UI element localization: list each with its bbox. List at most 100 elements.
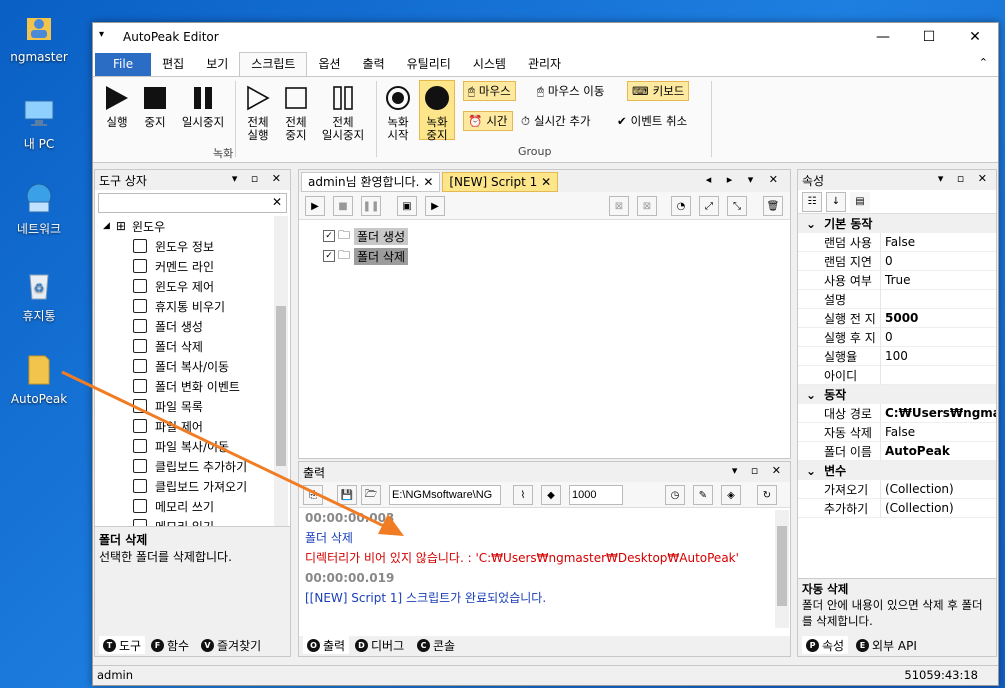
- tab-system[interactable]: 시스템: [462, 53, 517, 76]
- run-all-button[interactable]: 전체 실행: [241, 85, 275, 142]
- property-value[interactable]: 0: [880, 251, 996, 271]
- desktop-icon-mypc[interactable]: 내 PC: [4, 95, 74, 152]
- close-button[interactable]: ✕: [952, 23, 998, 51]
- toolbox-item[interactable]: 클립보드 가져오기: [103, 476, 290, 496]
- tab-file[interactable]: File: [95, 53, 152, 76]
- stop-all-button[interactable]: 전체 중지: [279, 85, 313, 142]
- property-value[interactable]: [880, 365, 996, 385]
- toolbox-item[interactable]: 폴더 변화 이벤트: [103, 376, 290, 396]
- editor-pause-button[interactable]: ❚❚: [361, 196, 381, 216]
- property-value[interactable]: (Collection): [880, 479, 996, 499]
- realtime-add-toggle[interactable]: ⏱ 실시간 추가: [517, 111, 595, 131]
- property-row[interactable]: 랜덤 사용 False: [798, 232, 996, 252]
- enable-button[interactable]: ⊠: [637, 196, 657, 216]
- disable-button[interactable]: ⊠: [609, 196, 629, 216]
- record-start-button[interactable]: 녹화 시작: [381, 85, 415, 142]
- tab-utility[interactable]: 유틸리티: [396, 53, 462, 76]
- record-stop-button[interactable]: 녹화 중지: [419, 80, 455, 142]
- stop-button[interactable]: 중지: [139, 85, 171, 129]
- property-value[interactable]: 5000: [880, 308, 996, 328]
- property-value[interactable]: 0: [880, 327, 996, 347]
- clear-output-button[interactable]: ⎘: [303, 485, 323, 505]
- property-row[interactable]: 아이디: [798, 365, 996, 385]
- tab-script-1[interactable]: [NEW] Script 1 ✕: [442, 172, 559, 192]
- clock-button[interactable]: ◷: [665, 485, 685, 505]
- event-cancel-toggle[interactable]: ✔ 이벤트 취소: [613, 111, 691, 131]
- property-row[interactable]: 가져오기 (Collection): [798, 479, 996, 499]
- tab-script[interactable]: 스크립트: [239, 52, 308, 76]
- property-value[interactable]: AutoPeak: [880, 441, 996, 461]
- desktop-icon-network[interactable]: 네트워크: [4, 180, 74, 237]
- property-row[interactable]: 대상 경로 C:₩Users₩ngmaste: [798, 403, 996, 423]
- clear-search-icon[interactable]: ✕: [272, 195, 282, 209]
- step-into-button[interactable]: ▶: [425, 196, 445, 216]
- collapse-ribbon-button[interactable]: ⌃: [979, 56, 988, 69]
- toolbox-item[interactable]: 폴더 복사/이동: [103, 356, 290, 376]
- editor-run-button[interactable]: ▶: [305, 196, 325, 216]
- property-category[interactable]: ⌄ 기본 동작: [798, 214, 996, 233]
- toolbox-item[interactable]: 윈도우 제어: [103, 276, 290, 296]
- toolbox-search-input[interactable]: [99, 194, 269, 212]
- tab-admin[interactable]: 관리자: [517, 53, 572, 76]
- property-row[interactable]: 추가하기 (Collection): [798, 498, 996, 518]
- property-row[interactable]: 사용 여부 True: [798, 270, 996, 290]
- time-toggle[interactable]: ⏰ 시간: [463, 111, 513, 131]
- toolbox-item[interactable]: 윈도우 정보: [103, 236, 290, 256]
- toolbox-search[interactable]: ✕: [98, 193, 287, 213]
- tab-properties[interactable]: P 속성: [802, 636, 849, 654]
- property-value[interactable]: False: [880, 422, 996, 442]
- eraser-button[interactable]: ◆: [541, 485, 561, 505]
- delete-button[interactable]: 🗑: [763, 196, 783, 216]
- toolbox-item[interactable]: 메모리 쓰기: [103, 496, 290, 516]
- pause-button[interactable]: 일시중지: [177, 85, 229, 129]
- quick-access-dropdown[interactable]: ▾: [99, 29, 104, 40]
- property-category[interactable]: ⌄ 동작: [798, 385, 996, 404]
- timer-button[interactable]: ◔: [671, 196, 691, 216]
- broom-button[interactable]: ⌇: [513, 485, 533, 505]
- property-value[interactable]: False: [880, 232, 996, 252]
- output-path-input[interactable]: [389, 485, 501, 505]
- tab-welcome[interactable]: admin님 환영합니다. ✕: [301, 172, 441, 192]
- output-scrollbar[interactable]: [775, 510, 789, 628]
- maximize-button[interactable]: ☐: [906, 23, 952, 51]
- pause-all-button[interactable]: 전체 일시중지: [317, 85, 369, 142]
- desktop-icon-user[interactable]: ngmaster: [4, 10, 74, 64]
- fill-button[interactable]: ◈: [721, 485, 741, 505]
- tab-debug[interactable]: D 디버그: [355, 636, 404, 654]
- expand-button[interactable]: ⤢: [699, 196, 719, 216]
- panel-controls[interactable]: ▾ ▫ ✕: [232, 172, 286, 185]
- categorized-button[interactable]: ☷: [802, 191, 822, 212]
- minimize-button[interactable]: —: [860, 23, 906, 51]
- desktop-icon-autopeak[interactable]: AutoPeak: [4, 352, 74, 406]
- mouse-toggle[interactable]: 🖱 마우스: [463, 81, 516, 101]
- panel-controls[interactable]: ▾ ▫ ✕: [938, 172, 992, 185]
- property-value[interactable]: (Collection): [880, 498, 996, 518]
- tree-category-window[interactable]: ◢ ⊞ 윈도우: [103, 216, 290, 236]
- property-value[interactable]: True: [880, 270, 996, 290]
- tab-output-log[interactable]: O 출력: [303, 636, 350, 654]
- property-value[interactable]: 100: [880, 346, 996, 366]
- tab-view[interactable]: 보기: [195, 53, 239, 76]
- property-value[interactable]: [880, 289, 996, 309]
- keyboard-toggle[interactable]: ⌨ 키보드: [627, 81, 690, 101]
- open-folder-button[interactable]: 🗁: [361, 485, 381, 505]
- tab-options[interactable]: 옵션: [307, 53, 351, 76]
- toolbox-item[interactable]: 클립보드 추가하기: [103, 456, 290, 476]
- tab-favorites[interactable]: V 즐겨찾기: [201, 636, 261, 654]
- refresh-button[interactable]: ↻: [757, 485, 777, 505]
- property-row[interactable]: 설명: [798, 289, 996, 309]
- tab-functions[interactable]: F 함수: [151, 636, 189, 654]
- run-button[interactable]: 실행: [101, 85, 133, 129]
- panel-controls[interactable]: ▾ ▫ ✕: [732, 464, 786, 477]
- tab-edit[interactable]: 편집: [151, 53, 195, 76]
- property-row[interactable]: 자동 삭제 False: [798, 422, 996, 442]
- property-value[interactable]: C:₩Users₩ngmaste: [880, 403, 996, 423]
- mouse-move-toggle[interactable]: 🖱 마우스 이동: [533, 81, 608, 101]
- property-row[interactable]: 폴더 이름 AutoPeak: [798, 441, 996, 461]
- property-row[interactable]: 실행 후 지 0: [798, 327, 996, 347]
- brush-button[interactable]: ✎: [693, 485, 713, 505]
- save-button[interactable]: 💾: [337, 485, 357, 505]
- step-button[interactable]: ▣: [397, 196, 417, 216]
- toolbox-item[interactable]: 메모리 읽기: [103, 516, 290, 526]
- script-item[interactable]: ✓ 🗀 폴더 생성: [323, 226, 790, 246]
